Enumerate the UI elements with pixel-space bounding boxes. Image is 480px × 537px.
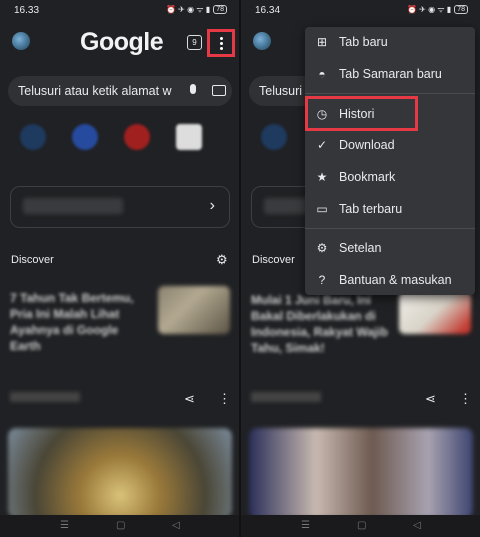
article-thumbnail[interactable] bbox=[158, 286, 230, 334]
system-nav-bar: ☰ ▢ ◁ bbox=[0, 515, 239, 537]
menu-divider bbox=[305, 93, 475, 94]
article-source bbox=[10, 392, 80, 402]
dot-icon bbox=[220, 47, 223, 50]
discover-heading: Discover bbox=[11, 254, 54, 266]
share-icon[interactable]: ⋖ bbox=[184, 391, 195, 407]
overflow-menu: ⊞ Tab baru ◓ Tab Samaran baru ◷ Histori … bbox=[305, 27, 475, 295]
menu-item-help[interactable]: ? Bantuan & masukan bbox=[305, 265, 475, 295]
more-options-icon[interactable]: ⋮ bbox=[218, 391, 231, 407]
status-time: 16.33 bbox=[14, 5, 40, 16]
back-icon[interactable]: ◁ bbox=[413, 520, 421, 531]
left-screen: 16.33 ⏰ ✈ ◉ ᯤ ▮ 78 Google 9 Telusuri ata… bbox=[0, 0, 239, 537]
download-icon: ✓ bbox=[316, 138, 328, 152]
recent-tabs-icon: ▭ bbox=[316, 202, 328, 216]
search-placeholder: Telusuri atau ketik alamat w bbox=[18, 84, 172, 98]
search-box[interactable]: Telusuri atau ketik alamat w bbox=[8, 76, 232, 106]
right-screen: 16.34 ⏰ ✈ ◉ ᯤ ▮ 78 Telusuri Discover Mul… bbox=[241, 0, 480, 537]
bookmark-icon: ★ bbox=[316, 170, 328, 184]
shortcut-tile[interactable] bbox=[66, 124, 104, 164]
menu-item-recent-tabs[interactable]: ▭ Tab terbaru bbox=[305, 194, 475, 224]
history-highlight-box bbox=[305, 96, 418, 131]
home-icon[interactable]: ▢ bbox=[357, 520, 366, 531]
account-avatar[interactable] bbox=[253, 32, 271, 50]
mic-icon[interactable] bbox=[190, 84, 196, 94]
shortcut-tile[interactable] bbox=[255, 124, 293, 164]
menu-divider bbox=[305, 228, 475, 229]
tab-switcher-button[interactable]: 9 bbox=[187, 35, 202, 50]
share-icon[interactable]: ⋖ bbox=[425, 391, 436, 407]
status-icons: ⏰ ✈ ◉ ᯤ ▮ 78 bbox=[166, 4, 227, 15]
shortcut-tiles bbox=[255, 124, 293, 164]
shortcut-tile[interactable] bbox=[14, 124, 52, 164]
new-tab-icon: ⊞ bbox=[316, 35, 328, 49]
article-title[interactable]: 7 Tahun Tak Bertemu, Pria Ini Malah Liha… bbox=[10, 290, 148, 354]
menu-item-download[interactable]: ✓ Download bbox=[305, 130, 475, 160]
status-bar: 16.34 ⏰ ✈ ◉ ᯤ ▮ 78 bbox=[241, 0, 480, 22]
article-source bbox=[251, 392, 321, 402]
menu-item-bookmark[interactable]: ★ Bookmark bbox=[305, 162, 475, 192]
article-thumbnail[interactable] bbox=[399, 292, 471, 334]
dot-icon bbox=[220, 37, 223, 40]
discover-heading: Discover bbox=[252, 254, 295, 266]
status-icons: ⏰ ✈ ◉ ᯤ ▮ 78 bbox=[407, 4, 468, 15]
back-icon[interactable]: ◁ bbox=[172, 520, 180, 531]
gear-icon[interactable]: ⚙ bbox=[216, 252, 228, 268]
battery-icon: 78 bbox=[213, 5, 227, 14]
system-nav-bar: ☰ ▢ ◁ bbox=[241, 515, 480, 537]
article-image[interactable] bbox=[249, 428, 473, 518]
recent-apps-icon[interactable]: ☰ bbox=[60, 520, 69, 531]
search-placeholder: Telusuri bbox=[259, 84, 303, 98]
chevron-right-icon: › bbox=[209, 197, 215, 214]
suggestion-card[interactable]: › bbox=[10, 186, 230, 228]
menu-item-new-tab[interactable]: ⊞ Tab baru bbox=[305, 27, 475, 57]
menu-item-incognito-tab[interactable]: ◓ Tab Samaran baru bbox=[305, 59, 475, 89]
google-logo: Google bbox=[80, 28, 164, 56]
settings-icon: ⚙ bbox=[316, 241, 328, 255]
account-avatar[interactable] bbox=[12, 32, 30, 50]
shortcut-tiles bbox=[14, 124, 208, 164]
battery-icon: 78 bbox=[454, 5, 468, 14]
shortcut-tile[interactable] bbox=[118, 124, 156, 164]
menu-button-highlighted[interactable] bbox=[207, 29, 235, 57]
help-icon: ? bbox=[318, 273, 326, 287]
article-title[interactable]: Mulai 1 Juni Baru, Ini Bakal Diberlakuka… bbox=[251, 292, 391, 356]
recent-apps-icon[interactable]: ☰ bbox=[301, 520, 310, 531]
status-bar: 16.33 ⏰ ✈ ◉ ᯤ ▮ 78 bbox=[0, 0, 239, 22]
article-image[interactable] bbox=[8, 428, 232, 518]
shortcut-tile[interactable] bbox=[170, 124, 208, 164]
more-options-icon[interactable]: ⋮ bbox=[459, 391, 472, 407]
dot-icon bbox=[220, 42, 223, 45]
menu-item-settings[interactable]: ⚙ Setelan bbox=[305, 233, 475, 263]
incognito-icon: ◓ bbox=[318, 67, 326, 81]
status-time: 16.34 bbox=[255, 5, 281, 16]
home-icon[interactable]: ▢ bbox=[116, 520, 125, 531]
lens-icon[interactable] bbox=[212, 85, 226, 96]
